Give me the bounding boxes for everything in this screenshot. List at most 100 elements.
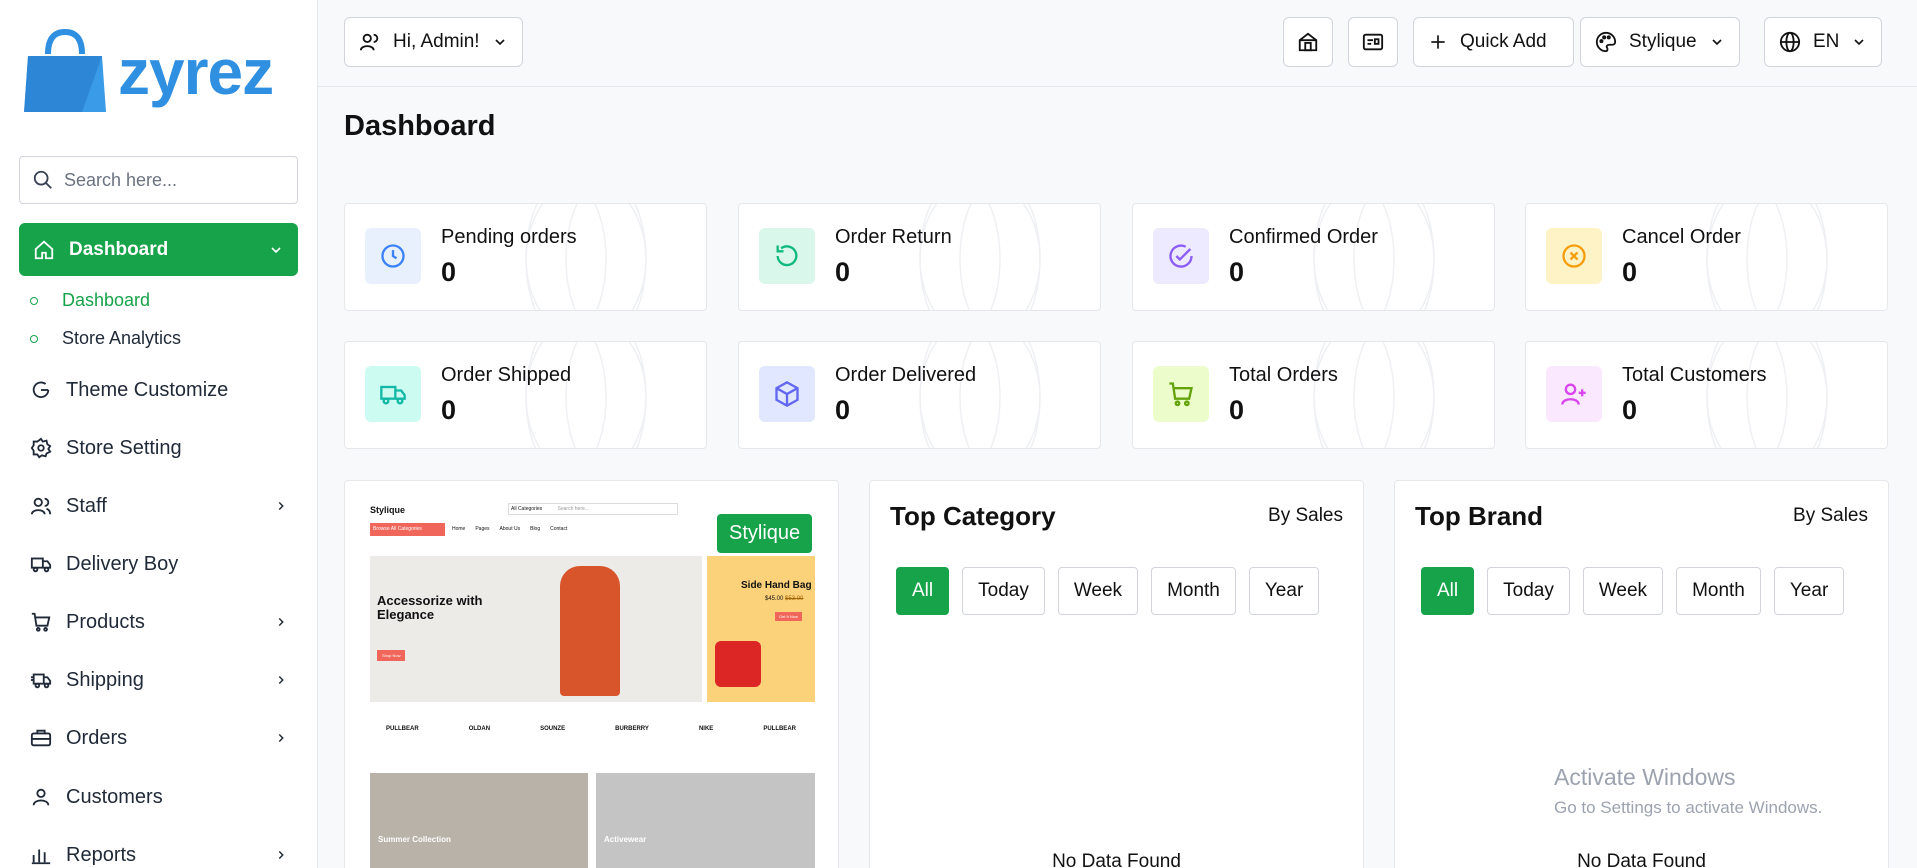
chevron-down-icon [495,39,505,46]
stat-card-order-delivered[interactable]: Order Delivered 0 [738,341,1101,449]
language-select-button[interactable]: EN [1764,17,1883,67]
sidebar-item-label: Customers [66,785,163,808]
sidebar-item-reports[interactable]: Reports [30,840,288,868]
chevron-right-icon [278,733,284,743]
filter-group: All Today Week Month Year [1421,567,1845,615]
cart-icon [31,612,51,632]
stat-icon-box [759,366,815,422]
sidebar-subitem-dashboard[interactable]: Dashboard [30,290,150,311]
user-icon [32,788,50,806]
home-icon [34,240,54,259]
preview-hero-title: Accessorize with Elegance [377,593,483,623]
empty-state: No Data Found [1577,851,1706,868]
decorative-rings [1706,204,1828,310]
decorative-rings [525,342,647,448]
sidebar-item-delivery-boy[interactable]: Delivery Boy [30,549,288,579]
filter-week-button[interactable]: Week [1582,567,1664,615]
sidebar-item-label: Delivery Boy [66,552,179,575]
sidebar-item-staff[interactable]: Staff [30,491,288,521]
panel-title: Top Brand [1415,501,1544,531]
preview-menu: Home Pages About Us Blog Contact [452,526,567,532]
preview-menu-item: Blog [530,526,541,532]
sidebar-item-products[interactable]: Products [30,607,288,637]
palette-icon [1595,31,1617,53]
sidebar-subitem-store-analytics[interactable]: Store Analytics [30,328,181,349]
sidebar-item-label: Store Setting [66,436,182,459]
pos-button[interactable] [1348,17,1398,67]
sidebar: zyrez Dashboard Dashboard Store Analytic… [0,0,318,868]
top-category-panel: Top Category By Sales All Today Week Mon… [869,480,1364,868]
preview-side-banner: Side Hand Bag $45.00 $53.00 Get It Now [707,556,815,702]
stat-card-total-customers[interactable]: Total Customers 0 [1525,341,1888,449]
shipping-truck-icon [30,673,52,689]
stat-value: 0 [441,257,457,287]
hero-model-image [560,566,620,696]
sidebar-item-shipping[interactable]: Shipping [30,665,288,695]
stat-value: 0 [1229,257,1245,287]
preview-bag-image [715,641,761,687]
filter-group: All Today Week Month Year [896,567,1320,615]
page-title: Dashboard [344,110,496,142]
quick-add-label: Quick Add [1460,31,1547,52]
admin-menu-button[interactable]: Hi, Admin! [344,17,523,67]
sidebar-item-orders[interactable]: Orders [30,723,288,753]
filter-all-button[interactable]: All [896,567,950,615]
stat-card-pending-orders[interactable]: Pending orders 0 [344,203,707,311]
decorative-rings [1706,342,1828,448]
stat-card-order-return[interactable]: Order Return 0 [738,203,1101,311]
stat-card-confirmed-order[interactable]: Confirmed Order 0 [1132,203,1495,311]
users-icon [359,33,379,51]
preview-brand: PULLBEAR [386,726,419,732]
filter-month-button[interactable]: Month [1676,567,1761,615]
briefcase-icon [30,729,52,747]
theme-badge[interactable]: Stylique [717,514,813,553]
theme-label: Stylique [1629,31,1697,52]
sidebar-item-customers[interactable]: Customers [30,782,288,812]
bar-chart-icon [31,849,51,865]
admin-greeting: Hi, Admin! [393,31,480,52]
preview-search-placeholder: Search here... [557,506,589,512]
stat-label: Order Return [835,226,952,248]
preview-menu-item: Pages [475,526,490,532]
preview-hero: Accessorize with Elegance Shop Now [370,556,702,702]
stat-card-order-shipped[interactable]: Order Shipped 0 [344,341,707,449]
filter-year-button[interactable]: Year [1773,567,1845,615]
theme-select-button[interactable]: Stylique [1580,17,1740,67]
preview-brand: OLDAN [468,726,491,732]
truck-icon [380,385,406,405]
brand-logo[interactable]: zyrez [22,28,274,116]
empty-state: No Data Found [1052,851,1181,868]
sidebar-item-dashboard[interactable]: Dashboard [19,223,298,276]
chevron-down-icon [271,246,281,253]
stat-label: Order Delivered [835,364,977,386]
quick-add-button[interactable]: Quick Add [1413,17,1574,67]
truck-icon [30,557,52,573]
preview-card-title: Summer Collection [378,835,451,844]
x-circle-icon [1562,244,1586,268]
clock-icon [381,244,405,268]
stat-card-cancel-order[interactable]: Cancel Order 0 [1525,203,1888,311]
sidebar-item-theme-customize[interactable]: Theme Customize [30,375,288,405]
stat-value: 0 [835,395,851,425]
filter-month-button[interactable]: Month [1151,567,1236,615]
filter-week-button[interactable]: Week [1057,567,1139,615]
sidebar-search[interactable] [19,156,298,204]
preview-brand: SOUNZE [540,726,566,732]
user-plus-icon [1561,383,1586,405]
sidebar-item-label: Dashboard [69,238,169,260]
brand-name: zyrez [118,36,274,108]
stat-icon-box [365,228,421,284]
filter-today-button[interactable]: Today [1487,567,1570,615]
preview-search-bar: All Categories Search here... [508,503,678,515]
sidebar-item-store-setting[interactable]: Store Setting [30,433,288,463]
filter-today-button[interactable]: Today [962,567,1045,615]
store-button[interactable] [1283,17,1333,67]
bullet-icon [30,296,38,305]
preview-side-price: $45.00 $53.00 [765,596,804,602]
search-input[interactable] [64,169,284,191]
filter-year-button[interactable]: Year [1248,567,1320,615]
chevron-right-icon [278,501,284,511]
stat-card-total-orders[interactable]: Total Orders 0 [1132,341,1495,449]
filter-all-button[interactable]: All [1421,567,1475,615]
store-icon [1298,32,1318,52]
